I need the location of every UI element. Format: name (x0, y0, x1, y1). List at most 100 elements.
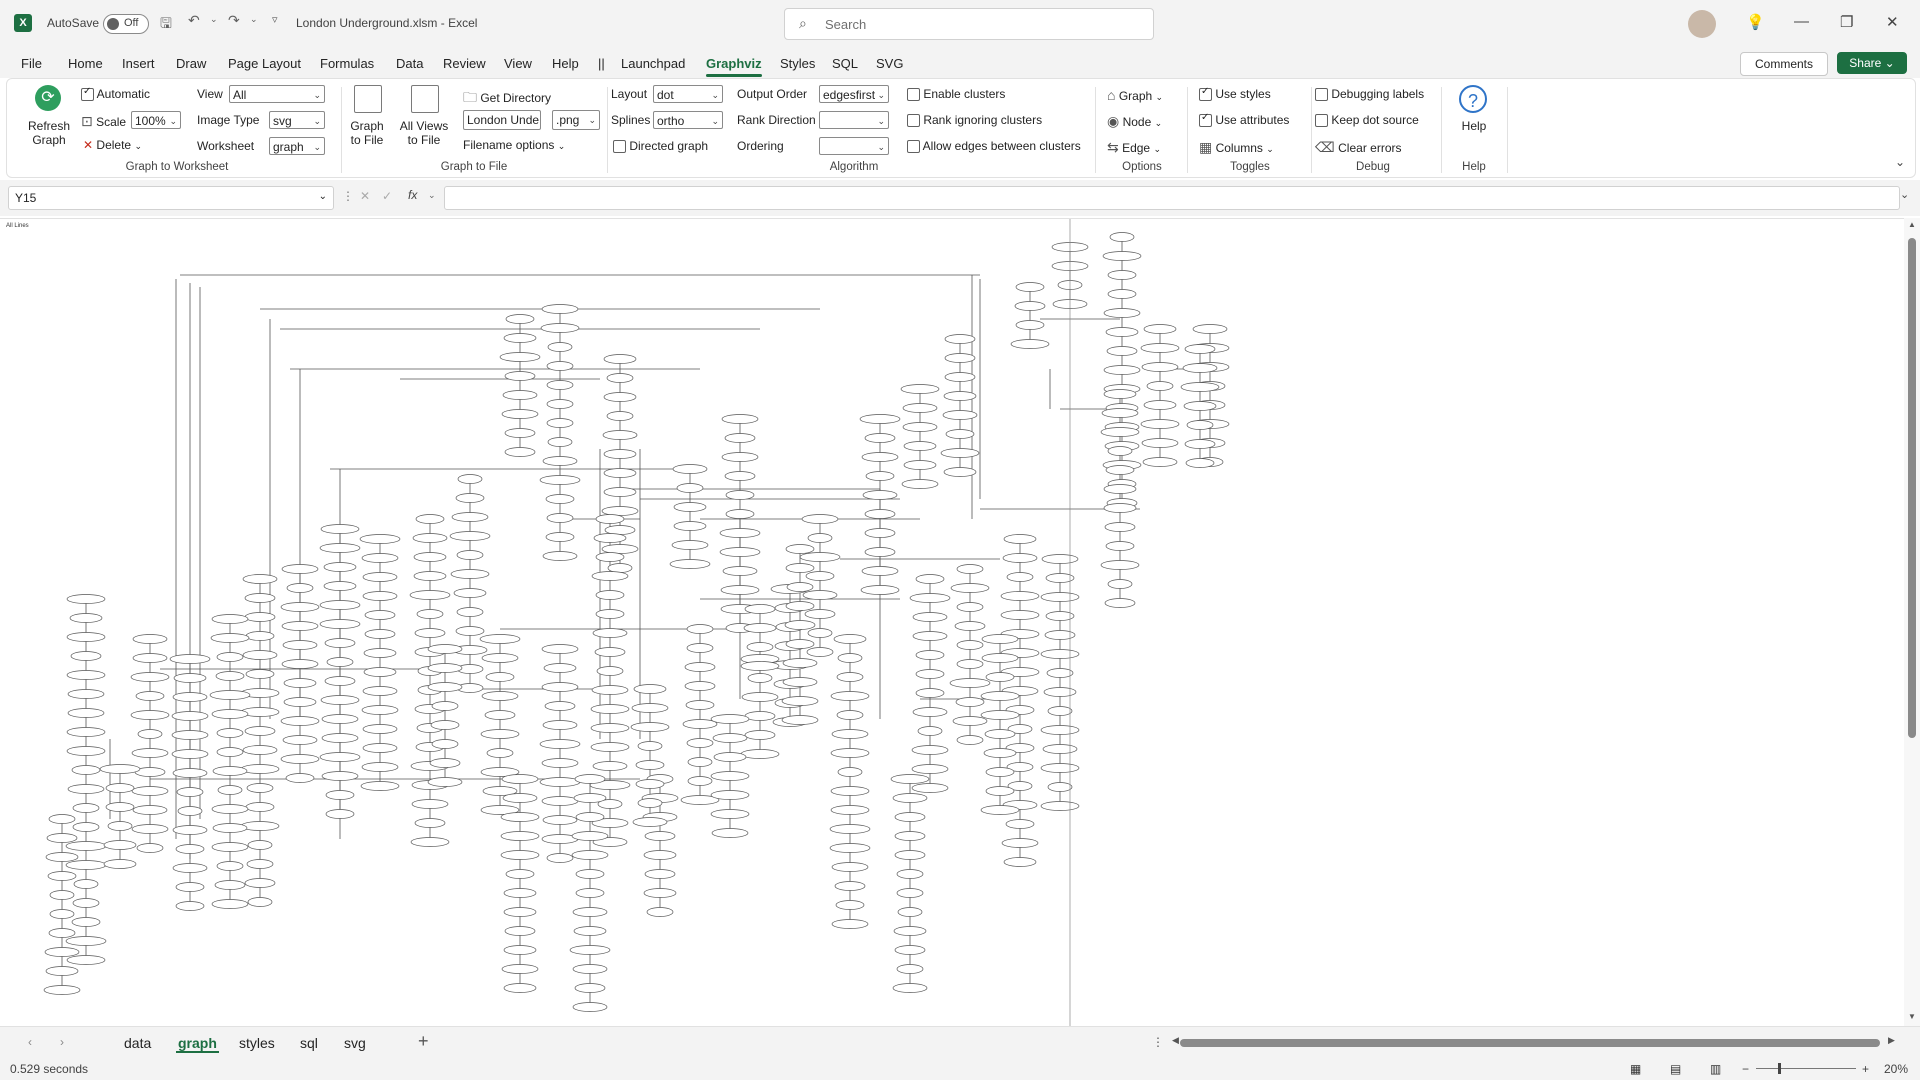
all-views-label: All Views to File (399, 119, 449, 147)
redo-icon[interactable]: ↷ (228, 12, 240, 29)
scroll-down-icon[interactable]: ▼ (1908, 1012, 1916, 1021)
station-node (281, 659, 319, 669)
insert-function-icon[interactable]: fx (408, 188, 417, 202)
hscroll-right-icon[interactable]: ▶ (1888, 1035, 1895, 1046)
comments-button[interactable]: Comments (1740, 52, 1828, 76)
share-button[interactable]: Share ⌄ (1837, 52, 1907, 74)
ordering-dropdown[interactable]: ⌄ (819, 137, 889, 155)
zoom-in-icon[interactable]: + (1862, 1062, 1869, 1076)
use-styles-checkbox[interactable]: Use styles (1199, 86, 1271, 102)
worksheet-canvas[interactable]: All Lines (0, 218, 1904, 1027)
rank-direction-dropdown[interactable]: ⌄ (819, 111, 889, 129)
edge-menu-button[interactable]: ⇆ Edge ⌄ (1107, 139, 1161, 156)
tab-data[interactable]: data (124, 1035, 151, 1051)
normal-view-icon[interactable]: ▦ (1630, 1062, 1641, 1076)
tab-scroll-left-icon[interactable]: ‹ (28, 1035, 32, 1049)
zoom-out-icon[interactable]: − (1742, 1062, 1749, 1076)
zoom-slider[interactable] (1756, 1063, 1856, 1074)
redo-dropdown-icon[interactable]: ⌄ (250, 14, 258, 25)
station-node (983, 748, 1017, 758)
view-dropdown[interactable]: All ⌄ (229, 85, 325, 103)
more-tabs-icon[interactable]: ⋮ (1152, 1035, 1164, 1049)
menu-graphviz[interactable]: Graphviz (706, 56, 762, 77)
avatar[interactable] (1688, 10, 1716, 38)
scroll-up-icon[interactable]: ▲ (1908, 220, 1916, 229)
menu-draw[interactable]: Draw (176, 56, 206, 71)
menu-file[interactable]: File (21, 56, 42, 71)
vertical-scrollbar[interactable]: ▲ ▼ (1904, 218, 1920, 1026)
scale-dropdown[interactable]: 100% ⌄ (131, 111, 181, 129)
use-attributes-checkbox[interactable]: Use attributes (1199, 112, 1289, 128)
tab-scroll-right-icon[interactable]: › (60, 1035, 64, 1049)
menu-review[interactable]: Review (443, 56, 486, 71)
zoom-slider-thumb[interactable] (1778, 1063, 1781, 1074)
collapse-ribbon-icon[interactable]: ⌄ (1895, 155, 1905, 169)
more-options-icon[interactable]: ⋮ (342, 189, 354, 203)
image-type-dropdown[interactable]: svg ⌄ (269, 111, 325, 129)
menu-insert[interactable]: Insert (122, 56, 155, 71)
filename-options-button[interactable]: Filename options ⌄ (463, 138, 565, 152)
menu-page-layout[interactable]: Page Layout (228, 56, 301, 71)
node-menu-button[interactable]: ◉ Node ⌄ (1107, 113, 1162, 130)
zoom-level[interactable]: 20% (1884, 1062, 1908, 1076)
get-directory-button[interactable]: 🗀 Get Directory (463, 87, 551, 111)
name-box[interactable]: Y15 ⌄ (8, 186, 334, 210)
page-layout-view-icon[interactable]: ▤ (1670, 1062, 1681, 1076)
delete-button[interactable]: ✕ Delete ⌄ (83, 138, 142, 152)
undo-icon[interactable]: ↶ (188, 12, 200, 29)
menu-help[interactable]: Help (552, 56, 579, 71)
filename-input[interactable]: London Unde (463, 110, 541, 130)
station-node (539, 475, 581, 485)
tab-graph[interactable]: graph (176, 1035, 219, 1053)
file-extension-dropdown[interactable]: .png ⌄ (552, 110, 600, 130)
menu-formulas[interactable]: Formulas (320, 56, 374, 71)
station-node (1183, 401, 1217, 411)
directed-graph-checkbox[interactable]: Directed graph (613, 139, 708, 154)
automatic-checkbox[interactable]: Automatic (81, 86, 150, 102)
enable-clusters-checkbox[interactable]: Enable clusters (907, 87, 1005, 102)
search-input[interactable]: ⌕ Search (784, 8, 1154, 40)
graph-menu-button[interactable]: ⌂ Graph ⌄ (1107, 87, 1163, 103)
horizontal-scroll-thumb[interactable] (1180, 1039, 1880, 1047)
menu-home[interactable]: Home (68, 56, 103, 71)
customize-qat-icon[interactable]: ▿ (272, 13, 278, 26)
confirm-formula-icon[interactable]: ✓ (382, 189, 392, 203)
page-break-view-icon[interactable]: ▥ (1710, 1062, 1721, 1076)
tab-styles[interactable]: styles (239, 1035, 275, 1051)
minimize-icon[interactable]: — (1794, 13, 1809, 30)
station-node (712, 733, 748, 743)
clear-errors-button[interactable]: ⌫ Clear errors (1315, 139, 1402, 156)
rank-ignoring-clusters-checkbox[interactable]: Rank ignoring clusters (907, 113, 1042, 128)
menu-svg[interactable]: SVG (876, 56, 903, 71)
formula-input[interactable] (444, 186, 1900, 210)
station-node (671, 540, 709, 550)
tab-svg[interactable]: svg (344, 1035, 366, 1051)
save-icon[interactable]: 🖫 (160, 13, 172, 37)
keep-dot-source-checkbox[interactable]: Keep dot source (1315, 113, 1419, 128)
splines-dropdown[interactable]: ortho ⌄ (653, 111, 723, 129)
cancel-formula-icon[interactable]: ✕ (360, 189, 370, 203)
output-order-dropdown[interactable]: edgesfirst ⌄ (819, 85, 889, 103)
close-icon[interactable]: ✕ (1886, 13, 1899, 31)
restore-icon[interactable]: ❐ (1840, 13, 1853, 31)
undo-dropdown-icon[interactable]: ⌄ (210, 14, 218, 25)
tab-sql[interactable]: sql (300, 1035, 318, 1051)
menu-view[interactable]: View (504, 56, 532, 71)
menu-styles[interactable]: Styles (780, 56, 815, 71)
autosave-toggle[interactable]: Off (103, 14, 149, 34)
hscroll-left-icon[interactable]: ◀ (1172, 1035, 1179, 1046)
station-node (593, 533, 627, 543)
worksheet-dropdown[interactable]: graph ⌄ (269, 137, 325, 155)
columns-menu-button[interactable]: ▦ Columns ⌄ (1199, 139, 1274, 156)
allow-edges-checkbox[interactable]: Allow edges between clusters (907, 139, 1081, 154)
debugging-labels-checkbox[interactable]: Debugging labels (1315, 87, 1424, 102)
add-sheet-icon[interactable]: + (418, 1031, 429, 1052)
menu-sql[interactable]: SQL (832, 56, 858, 71)
menu-launchpad[interactable]: Launchpad (621, 56, 685, 71)
chevron-down-icon[interactable]: ⌄ (428, 190, 436, 201)
scroll-thumb[interactable] (1908, 238, 1916, 738)
expand-formula-icon[interactable]: ⌄ (1900, 188, 1909, 201)
layout-dropdown[interactable]: dot ⌄ (653, 85, 723, 103)
menu-data[interactable]: Data (396, 56, 423, 71)
lightbulb-icon[interactable]: 💡 (1746, 13, 1765, 31)
